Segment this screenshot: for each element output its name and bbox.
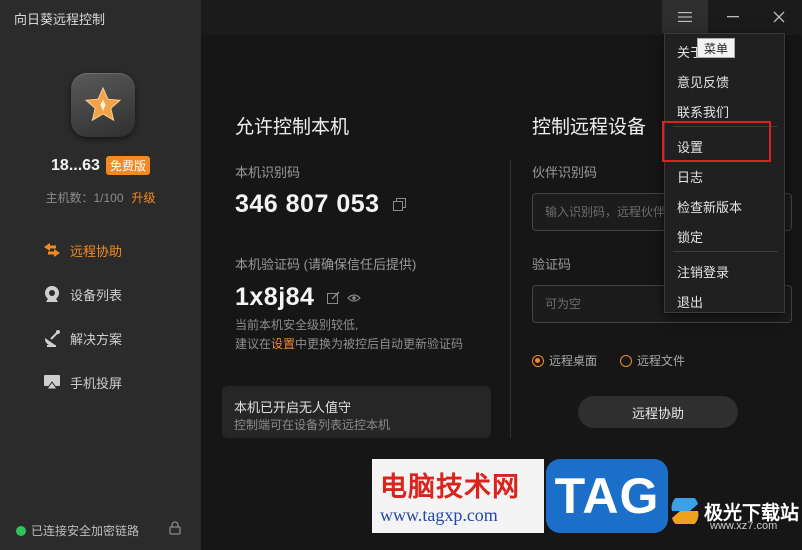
unattended-card[interactable]: 本机已开启无人值守 控制端可在设备列表远控本机 [222, 386, 491, 438]
user-name: 18...63 [51, 156, 100, 174]
minimize-icon [727, 15, 739, 17]
brand-logo-icon [671, 498, 699, 524]
nav-label: 设备列表 [70, 287, 123, 303]
remote-assist-icon [44, 243, 60, 257]
lock-icon[interactable] [169, 521, 181, 535]
star-logo-icon [84, 86, 122, 122]
status-dot [16, 525, 26, 536]
hint-line-1: 当前本机安全级别较低, [235, 318, 359, 332]
nav-label: 远程协助 [70, 243, 123, 259]
nav-label: 解决方案 [70, 331, 123, 347]
watermark-brand-url: www.xz7.com [710, 520, 778, 532]
device-list-icon [45, 286, 59, 302]
watermark-tag-logo: TAG [546, 459, 668, 533]
nav-item-screen-cast[interactable]: 手机投屏 [42, 372, 122, 392]
sidebar: 向日葵远程控制 18...63 免费版 主机数：1/100 升级 远程协助 设备… [0, 0, 201, 550]
plan-badge: 免费版 [105, 156, 150, 175]
hint-prefix: 建议在 [235, 337, 272, 351]
menu-tooltip: 菜单 [697, 38, 735, 58]
section-divider [510, 160, 511, 438]
verify-code-label: 本机验证码 (请确保信任后提供) [235, 257, 417, 272]
security-hint: 当前本机安全级别较低, 建议在设置中更换为被控后自动更新验证码 [235, 316, 463, 354]
app-logo [71, 73, 135, 137]
menu-item-exit[interactable]: 退出 [677, 292, 703, 311]
radio-label: 远程桌面 [549, 354, 598, 368]
nav-item-remote-assist[interactable]: 远程协助 [42, 240, 122, 260]
unattended-subtitle: 控制端可在设备列表远控本机 [234, 418, 391, 432]
allow-section-title: 允许控制本机 [235, 117, 350, 138]
unattended-title: 本机已开启无人值守 [234, 400, 352, 415]
verify-code-value: 1x8j84 [235, 283, 315, 311]
edit-icon[interactable] [327, 291, 340, 304]
close-icon [773, 11, 785, 22]
status-text: 已连接安全加密链路 [31, 524, 140, 538]
radio-remote-desktop[interactable]: 远程桌面 [532, 352, 597, 369]
hint-line-2: 建议在设置中更换为被控后自动更新验证码 [235, 335, 463, 354]
menu-button[interactable] [662, 0, 708, 33]
menu-item-check-update[interactable]: 检查新版本 [677, 197, 742, 216]
eye-icon[interactable] [347, 293, 361, 303]
menu-separator [673, 251, 778, 252]
remote-assist-button[interactable]: 远程协助 [578, 396, 738, 428]
host-count: 主机数：1/100 [45, 191, 124, 205]
screen-cast-icon [44, 375, 60, 390]
radio-remote-file[interactable]: 远程文件 [620, 352, 685, 369]
partner-id-label: 伙伴识别码 [532, 165, 598, 180]
radio-label: 远程文件 [637, 354, 686, 368]
radio-unchecked-icon [620, 354, 632, 367]
hint-suffix: 中更换为被控后自动更新验证码 [295, 337, 464, 351]
connection-status: 已连接安全加密链路 [16, 522, 139, 539]
upgrade-link[interactable]: 升级 [132, 189, 156, 206]
menu-item-lock[interactable]: 锁定 [677, 227, 703, 246]
minimize-button[interactable] [710, 0, 756, 33]
control-section-title: 控制远程设备 [532, 117, 647, 138]
app-title: 向日葵远程控制 [14, 12, 106, 27]
device-id-value: 346 807 053 [235, 190, 380, 218]
hamburger-icon [678, 11, 692, 22]
nav-label: 手机投屏 [70, 375, 123, 391]
close-button[interactable] [756, 0, 802, 33]
host-row: 主机数：1/100 升级 [0, 189, 201, 206]
menu-item-contact[interactable]: 联系我们 [677, 102, 729, 121]
title-bar [201, 0, 802, 35]
radio-checked-icon [532, 354, 544, 367]
menu-item-logout[interactable]: 注销登录 [677, 262, 729, 281]
solution-icon [44, 330, 60, 347]
nav-item-device-list[interactable]: 设备列表 [42, 284, 122, 304]
main-menu-dropdown: 关于 意见反馈 联系我们 设置 日志 检查新版本 锁定 注销登录 退出 [664, 33, 785, 313]
user-row: 18...63 免费版 [0, 156, 201, 175]
device-id-label: 本机识别码 [235, 165, 301, 180]
settings-link[interactable]: 设置 [271, 337, 295, 351]
remote-code-label: 验证码 [532, 257, 572, 272]
menu-item-feedback[interactable]: 意见反馈 [677, 72, 729, 91]
watermark-url: www.tagxp.com [380, 505, 498, 525]
copy-icon[interactable] [393, 198, 406, 211]
nav-item-solution[interactable]: 解决方案 [42, 328, 122, 348]
watermark-panel: 电脑技术网 www.tagxp.com [372, 459, 544, 533]
watermark-title: 电脑技术网 [380, 472, 520, 502]
menu-item-log[interactable]: 日志 [677, 167, 703, 186]
settings-highlight-box [662, 121, 771, 162]
watermark-brand: 极光下载站 www.xz7.com [670, 496, 800, 532]
